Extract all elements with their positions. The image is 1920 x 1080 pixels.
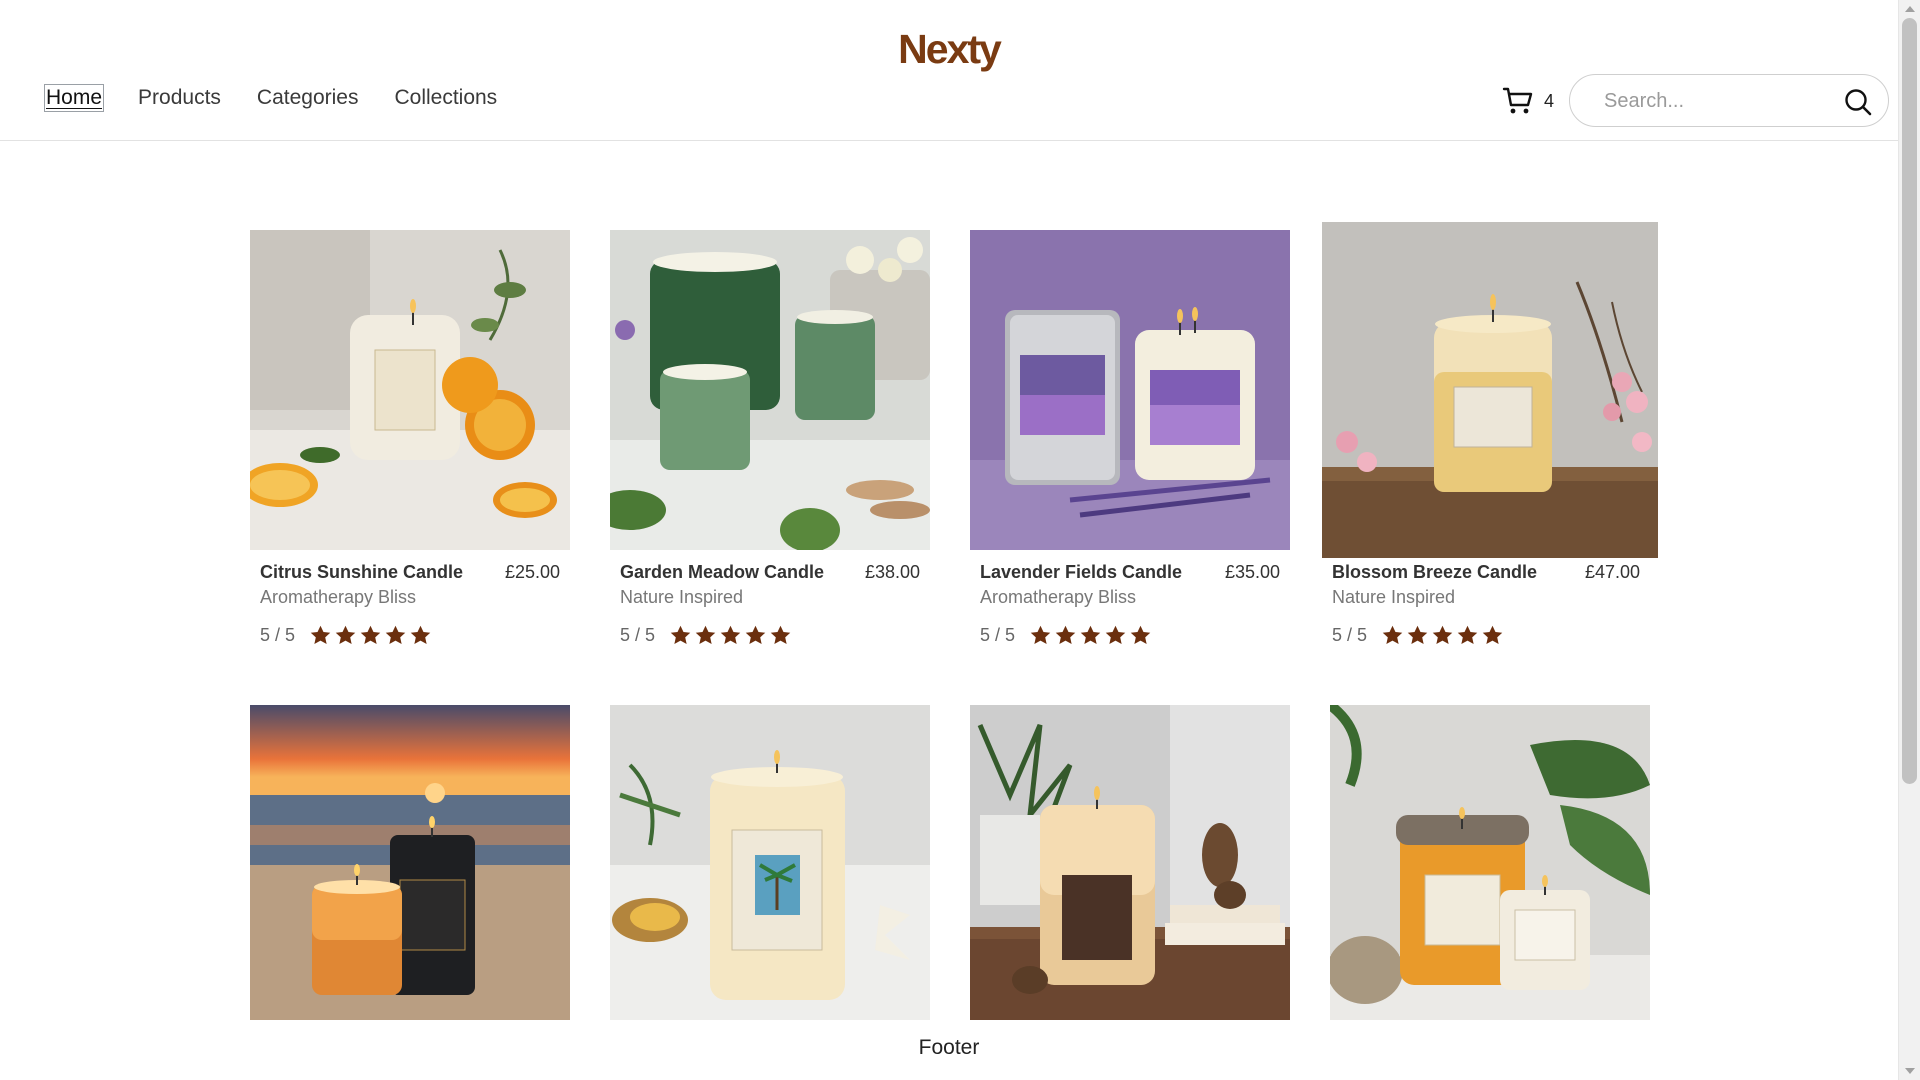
product-info: Lavender Fields Candle £35.00 Aromathera… — [970, 562, 1290, 652]
star-icon — [770, 625, 791, 645]
star-icon — [1482, 625, 1503, 645]
search-icon[interactable] — [1844, 88, 1872, 116]
product-collection: Aromatherapy Bliss — [980, 587, 1137, 607]
rating-text: 5 / 5 — [620, 625, 656, 645]
nav-item-collections[interactable]: Collections — [394, 86, 497, 110]
product-card[interactable] — [610, 705, 930, 1020]
product-name[interactable]: Citrus Sunshine Candle — [260, 562, 463, 583]
star-icon — [1432, 625, 1453, 645]
page-footer: Footer — [918, 1036, 980, 1059]
cart-icon — [1502, 87, 1533, 114]
search-input[interactable] — [1604, 87, 1834, 115]
scroll-up-arrow-icon[interactable] — [1905, 6, 1915, 12]
star-rating — [309, 624, 432, 647]
star-icon — [1407, 625, 1428, 645]
product-price: £25.00 — [504, 562, 560, 582]
page-scrollbar[interactable] — [1898, 0, 1920, 1080]
star-icon — [720, 625, 741, 645]
star-icon — [385, 625, 406, 645]
scroll-down-arrow-icon[interactable] — [1905, 1068, 1915, 1074]
main-nav: Home Products Categories Collections — [43, 84, 497, 112]
star-icon — [670, 625, 691, 645]
star-rating — [1381, 624, 1504, 647]
star-icon — [1382, 625, 1403, 645]
star-icon — [695, 625, 716, 645]
product-info: Citrus Sunshine Candle £25.00 Aromathera… — [250, 562, 570, 652]
product-card[interactable]: Citrus Sunshine Candle £25.00 Aromathera… — [250, 230, 570, 650]
star-icon — [310, 625, 331, 645]
product-rating: 5 / 5 — [260, 624, 432, 647]
star-icon — [410, 625, 431, 645]
cart-button[interactable]: 4 — [1502, 86, 1554, 116]
product-rating: 5 / 5 — [1332, 624, 1504, 647]
rating-text: 5 / 5 — [1332, 625, 1368, 645]
product-card[interactable] — [1330, 705, 1650, 1020]
product-image[interactable] — [250, 705, 570, 1020]
site-header: Nexty Home Products Categories Collectio… — [0, 0, 1898, 141]
product-info: Blossom Breeze Candle £47.00 Nature Insp… — [1322, 562, 1658, 652]
product-name[interactable]: Lavender Fields Candle — [980, 562, 1182, 583]
star-icon — [745, 625, 766, 645]
product-card[interactable]: Lavender Fields Candle £35.00 Aromathera… — [970, 230, 1290, 650]
product-image[interactable] — [970, 705, 1290, 1020]
star-icon — [1130, 625, 1151, 645]
product-image[interactable] — [610, 230, 930, 550]
product-rating: 5 / 5 — [620, 624, 792, 647]
product-price: £35.00 — [1224, 562, 1280, 582]
product-card[interactable]: Blossom Breeze Candle £47.00 Nature Insp… — [1322, 222, 1658, 650]
star-icon — [1457, 625, 1478, 645]
product-card[interactable] — [250, 705, 570, 1020]
product-collection: Nature Inspired — [1332, 587, 1456, 607]
scrollbar-thumb[interactable] — [1902, 18, 1917, 784]
product-card[interactable]: Garden Meadow Candle £38.00 Nature Inspi… — [610, 230, 930, 650]
star-icon — [1030, 625, 1051, 645]
nav-item-categories[interactable]: Categories — [257, 86, 359, 110]
rating-text: 5 / 5 — [260, 625, 296, 645]
product-name[interactable]: Garden Meadow Candle — [620, 562, 824, 583]
star-rating — [1029, 624, 1152, 647]
product-rating: 5 / 5 — [980, 624, 1152, 647]
star-icon — [1055, 625, 1076, 645]
product-image[interactable] — [1322, 222, 1658, 558]
nav-item-home[interactable]: Home — [43, 84, 105, 112]
product-name[interactable]: Blossom Breeze Candle — [1332, 562, 1537, 583]
search-box — [1569, 74, 1889, 127]
star-icon — [360, 625, 381, 645]
product-image[interactable] — [970, 230, 1290, 550]
nav-item-products[interactable]: Products — [138, 86, 221, 110]
product-image[interactable] — [610, 705, 930, 1020]
star-icon — [1105, 625, 1126, 645]
product-image[interactable] — [1330, 705, 1650, 1020]
cart-count-badge: 4 — [1544, 90, 1555, 111]
star-rating — [669, 624, 792, 647]
product-collection: Aromatherapy Bliss — [260, 587, 417, 607]
product-info: Garden Meadow Candle £38.00 Nature Inspi… — [610, 562, 930, 652]
star-icon — [1080, 625, 1101, 645]
product-collection: Nature Inspired — [620, 587, 744, 607]
product-image[interactable] — [250, 230, 570, 550]
brand-logo[interactable]: Nexty — [0, 26, 1898, 73]
product-card[interactable] — [970, 705, 1290, 1020]
rating-text: 5 / 5 — [980, 625, 1016, 645]
product-price: £47.00 — [1584, 562, 1640, 582]
product-price: £38.00 — [864, 562, 920, 582]
star-icon — [335, 625, 356, 645]
